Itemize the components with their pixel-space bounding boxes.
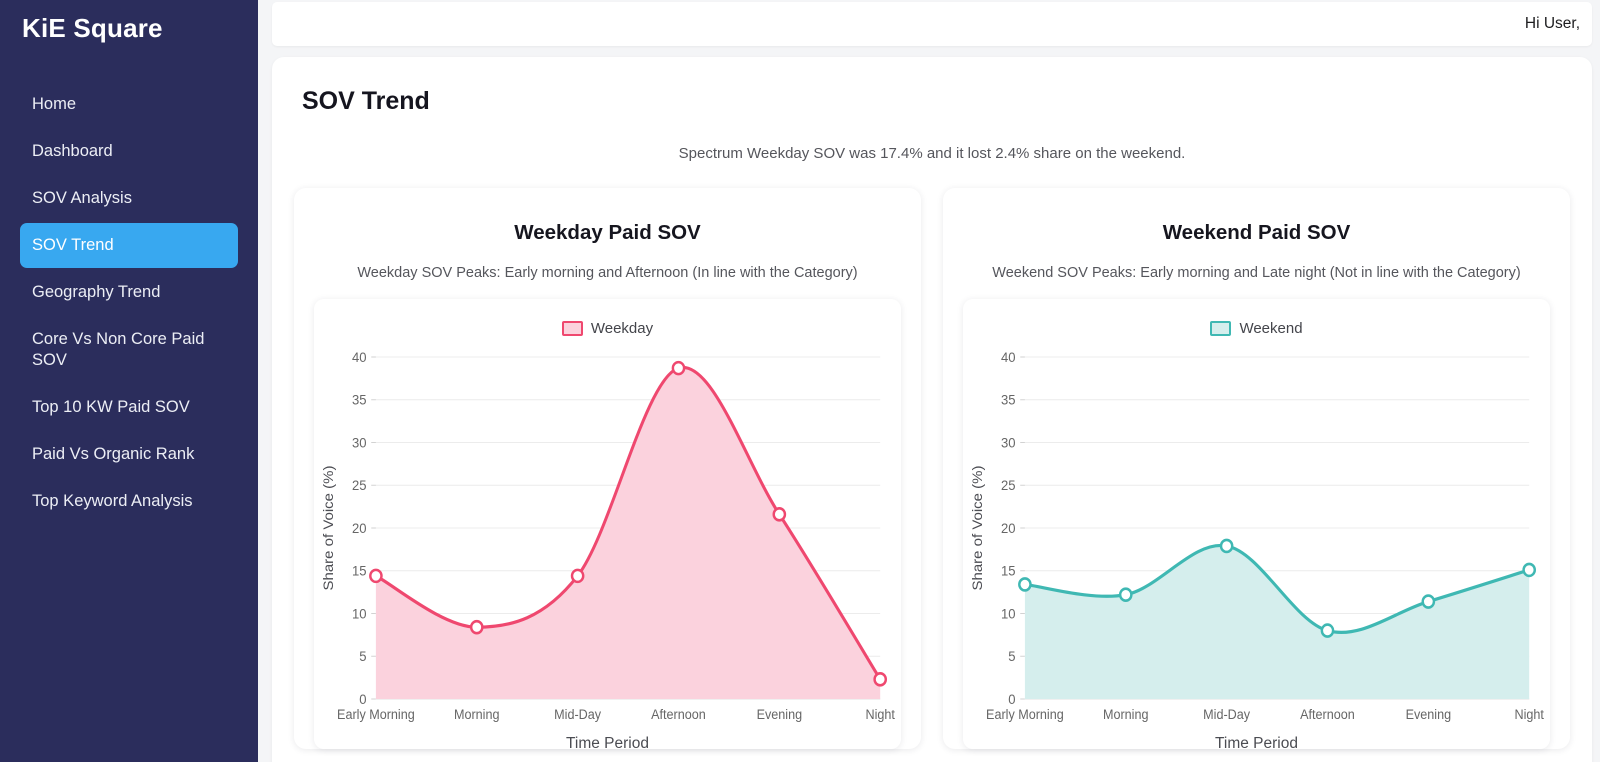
app-root: KiE Square Home Dashboard SOV Analysis SOV … bbox=[0, 0, 1600, 762]
user-greeting: Hi User, bbox=[1524, 15, 1580, 32]
y-axis-tick-label: 25 bbox=[352, 478, 367, 494]
sidebar-item-label: Geography Trend bbox=[32, 283, 161, 301]
y-axis-tick-label: 20 bbox=[1001, 521, 1016, 537]
charts-row: Weekday Paid SOV Weekday SOV Peaks: Early… bbox=[294, 188, 1570, 752]
plot-area: 0 5 10 15 20 25 30 35 40 Share of Voice (%) Early … bbox=[967, 343, 1546, 733]
chart-card-weekday: Weekday Paid SOV Weekday SOV Peaks: Early… bbox=[294, 188, 921, 752]
page-card: SOV Trend Spectrum Weekday SOV was 17.4%… bbox=[272, 57, 1592, 762]
x-axis-tick-label: Afternoon bbox=[651, 707, 706, 723]
y-axis-tick-label: 25 bbox=[1001, 478, 1016, 494]
page-title: SOV Trend bbox=[302, 87, 430, 115]
y-axis-title: Share of Voice (%) bbox=[321, 466, 336, 591]
x-axis-tick-label: Mid-Day bbox=[1203, 707, 1250, 723]
y-axis-tick-label: 15 bbox=[1001, 563, 1016, 579]
y-axis-tick-label: 5 bbox=[1008, 649, 1015, 665]
data-point-marker[interactable] bbox=[1219, 538, 1234, 554]
sidebar-item-dashboard[interactable]: Dashboard bbox=[20, 129, 238, 174]
data-point-marker[interactable] bbox=[671, 360, 686, 376]
sidebar-item-sov-trend[interactable]: SOV Trend bbox=[20, 223, 238, 268]
sidebar-item-label: Dashboard bbox=[32, 142, 113, 160]
sidebar-item-home[interactable]: Home bbox=[20, 82, 238, 127]
y-axis-tick-label: 5 bbox=[359, 649, 366, 665]
y-axis-tick-label: 15 bbox=[352, 563, 367, 579]
x-axis-tick-label: Morning bbox=[454, 707, 500, 723]
chart-title: Weekend Paid SOV bbox=[1162, 221, 1351, 244]
chart-subtitle: Weekday SOV Peaks: Early morning and Aft… bbox=[357, 265, 858, 281]
chart-subtitle: Weekend SOV Peaks: Early morning and Lat… bbox=[992, 265, 1521, 281]
series-area-weekend bbox=[1024, 545, 1530, 699]
sidebar-item-core-vs-non-core-paid-sov[interactable]: Core Vs Non Core Paid SOV bbox=[20, 317, 238, 383]
legend-swatch-icon[interactable] bbox=[561, 320, 583, 336]
y-axis-tick-label: 40 bbox=[352, 350, 367, 366]
data-point-marker[interactable] bbox=[1421, 594, 1436, 609]
data-point-marker[interactable] bbox=[369, 568, 383, 584]
x-axis-tick-label: Early Morning bbox=[337, 707, 415, 723]
x-axis-tick-label: Night bbox=[1514, 707, 1544, 723]
y-axis-tick-label: 10 bbox=[1001, 606, 1016, 622]
main-content: Hi User, SOV Trend Spectrum Weekday SOV … bbox=[258, 0, 1600, 762]
data-point-marker[interactable] bbox=[1118, 587, 1133, 602]
sidebar-item-top-keyword-analysis[interactable]: Top Keyword Analysis bbox=[20, 479, 238, 524]
y-axis-tick-label: 35 bbox=[1001, 392, 1016, 408]
chart-legend: Weekday bbox=[318, 313, 897, 343]
sidebar-nav: Home Dashboard SOV Analysis SOV Trend Geogra… bbox=[0, 82, 258, 524]
sidebar-item-label: Core Vs Non Core Paid SOV bbox=[32, 330, 205, 369]
x-axis-tick-label: Night bbox=[865, 707, 895, 723]
sidebar-item-top-10-kw-paid-sov[interactable]: Top 10 KW Paid SOV bbox=[20, 385, 238, 430]
data-point-marker[interactable] bbox=[1320, 623, 1335, 638]
x-axis-tick-label: Mid-Day bbox=[554, 707, 601, 723]
y-axis-title: Share of Voice (%) bbox=[970, 466, 985, 591]
chart-svg: 0 5 10 15 20 25 30 35 40 Share of Voice (%) Early … bbox=[970, 350, 1544, 723]
chart-svg: 0 5 10 15 20 25 30 35 40 Share of Voice (%) Early … bbox=[321, 350, 895, 723]
y-axis-tick-label: 10 bbox=[352, 606, 367, 622]
sidebar-item-paid-vs-organic-rank[interactable]: Paid Vs Organic Rank bbox=[20, 432, 238, 477]
sidebar-item-label: Top 10 KW Paid SOV bbox=[32, 398, 190, 416]
chart-legend: Weekend bbox=[967, 313, 1546, 343]
x-axis-tick-label: Afternoon bbox=[1300, 707, 1355, 723]
sidebar-item-label: Top Keyword Analysis bbox=[32, 492, 193, 510]
y-axis-tick-label: 40 bbox=[1001, 350, 1016, 366]
page-subtitle: Spectrum Weekday SOV was 17.4% and it lo… bbox=[678, 145, 1186, 162]
sidebar-item-label: SOV Analysis bbox=[32, 189, 132, 207]
y-axis-tick-label: 0 bbox=[1008, 692, 1015, 708]
y-axis-tick-label: 0 bbox=[359, 692, 366, 708]
chart-plot-card: Weekend 0 5 10 15 20 25 30 35 40 Share of Voice (%… bbox=[963, 299, 1550, 752]
chart-plot-card: Weekday 0 5 10 15 20 25 30 35 40 Share of Voice (%… bbox=[314, 299, 901, 752]
chart-card-weekend: Weekend Paid SOV Weekend SOV Peaks: Early… bbox=[943, 188, 1570, 752]
brand-logo: KiE Square bbox=[22, 13, 163, 43]
series-area-weekday bbox=[375, 367, 881, 699]
x-axis-tick-label: Morning bbox=[1103, 707, 1149, 723]
legend-swatch-icon[interactable] bbox=[1210, 320, 1232, 336]
data-point-marker[interactable] bbox=[1522, 562, 1537, 578]
data-point-marker[interactable] bbox=[873, 672, 888, 687]
x-axis-title: Time Period bbox=[1215, 735, 1298, 752]
sidebar-item-geography-trend[interactable]: Geography Trend bbox=[20, 270, 238, 315]
legend-label[interactable]: Weekend bbox=[1239, 320, 1302, 337]
x-axis-tick-label: Evening bbox=[1406, 707, 1452, 723]
sidebar-item-sov-analysis[interactable]: SOV Analysis bbox=[20, 176, 238, 221]
x-axis-title: Time Period bbox=[566, 735, 649, 752]
x-axis-tick-label: Early Morning bbox=[986, 707, 1064, 723]
legend-label[interactable]: Weekday bbox=[591, 320, 653, 337]
y-axis-tick-label: 30 bbox=[1001, 435, 1016, 451]
data-point-marker[interactable] bbox=[1018, 577, 1032, 592]
sidebar-item-label: Home bbox=[32, 95, 77, 113]
top-bar: Hi User, bbox=[272, 2, 1592, 46]
y-axis-tick-label: 20 bbox=[352, 521, 367, 537]
sidebar: KiE Square Home Dashboard SOV Analysis SOV … bbox=[0, 0, 258, 762]
data-point-marker[interactable] bbox=[469, 619, 484, 635]
x-axis-tick-label: Evening bbox=[757, 707, 803, 723]
plot-area: 0 5 10 15 20 25 30 35 40 Share of Voice (%) Early … bbox=[318, 343, 897, 733]
y-axis-tick-label: 35 bbox=[352, 392, 367, 408]
sidebar-item-label: SOV Trend bbox=[32, 236, 114, 254]
data-point-marker[interactable] bbox=[772, 507, 787, 522]
data-point-marker[interactable] bbox=[570, 568, 585, 584]
y-axis-tick-label: 30 bbox=[352, 435, 367, 451]
chart-title: Weekday Paid SOV bbox=[514, 221, 701, 244]
sidebar-item-label: Paid Vs Organic Rank bbox=[32, 445, 195, 463]
